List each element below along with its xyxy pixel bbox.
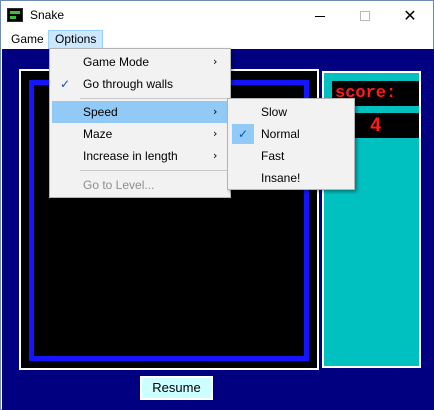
menu-item-maze[interactable]: Maze › [52, 123, 228, 145]
menu-separator [80, 98, 228, 99]
chevron-right-icon: › [213, 127, 218, 140]
speed-option-insane[interactable]: Insane! [230, 167, 352, 189]
speed-option-fast[interactable]: Fast [230, 145, 352, 167]
close-button[interactable]: ✕ [387, 1, 433, 31]
speed-option-label: Slow [261, 105, 288, 119]
menu-item-go-through-walls[interactable]: ✓ Go through walls [52, 73, 228, 95]
speed-submenu: Slow ✓ Normal Fast Insane! [227, 98, 355, 190]
menu-item-label: Speed [83, 105, 118, 119]
menu-item-label: Maze [83, 127, 113, 141]
menu-options[interactable]: Options [48, 30, 104, 49]
speed-option-label: Fast [261, 149, 285, 163]
minimize-button[interactable] [297, 1, 343, 31]
snake-window: Snake ✕ Game Options score: 4 Resume Gam… [0, 0, 434, 410]
chevron-right-icon: › [213, 105, 218, 118]
menu-bar: Game Options [1, 30, 433, 49]
speed-option-normal[interactable]: ✓ Normal [230, 123, 352, 145]
menu-item-increase-length[interactable]: Increase in length › [52, 145, 228, 167]
menu-item-label: Increase in length [83, 149, 178, 163]
close-icon: ✕ [403, 6, 417, 25]
checkmark-icon: ✓ [232, 124, 254, 144]
maximize-icon [360, 11, 370, 21]
chevron-right-icon: › [213, 55, 218, 68]
chevron-right-icon: › [213, 149, 218, 162]
title-bar[interactable]: Snake ✕ [1, 1, 433, 31]
checkmark-icon: ✓ [60, 77, 71, 91]
menu-item-go-to-level[interactable]: Go to Level... [52, 174, 228, 196]
speed-option-slow[interactable]: Slow [230, 101, 352, 123]
menu-item-label: Go through walls [83, 77, 174, 91]
menu-item-label: Go to Level... [83, 178, 155, 192]
menu-item-label: Game Mode [83, 55, 150, 69]
maximize-button[interactable] [342, 1, 388, 31]
speed-option-label: Normal [261, 127, 300, 141]
menu-item-speed[interactable]: Speed › [52, 101, 228, 123]
window-title: Snake [30, 8, 65, 22]
menu-item-game-mode[interactable]: Game Mode › [52, 51, 228, 73]
menu-separator [80, 170, 228, 171]
options-dropdown-menu: Game Mode › ✓ Go through walls Speed › M… [49, 48, 231, 198]
menu-game[interactable]: Game [5, 30, 50, 49]
minimize-icon [315, 15, 325, 17]
speed-option-label: Insane! [261, 171, 301, 185]
resume-button[interactable]: Resume [140, 376, 213, 400]
snake-app-icon[interactable] [7, 8, 23, 22]
